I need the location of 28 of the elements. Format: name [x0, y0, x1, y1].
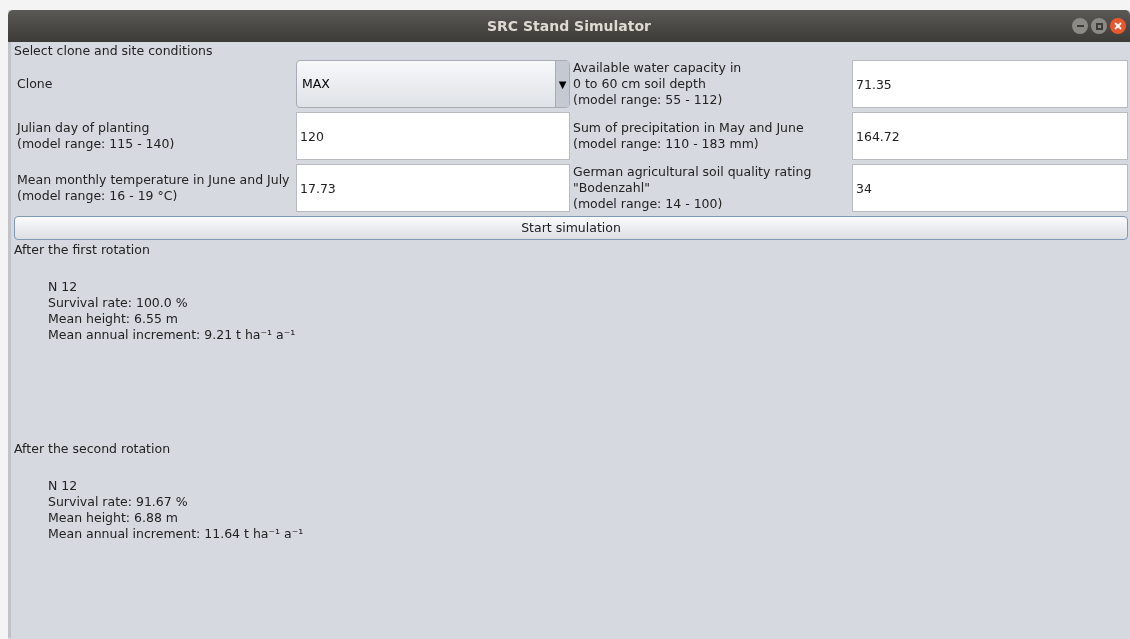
input-field[interactable]: 71.35: [852, 60, 1128, 108]
section-title: Select clone and site conditions: [14, 42, 214, 60]
clone-dropdown[interactable]: MAX ▼: [296, 60, 570, 108]
result-line: N 12: [48, 478, 79, 494]
result-line: Mean annual increment: 9.21 t ha⁻¹ a⁻¹: [48, 327, 297, 343]
start-simulation-button[interactable]: Start simulation: [14, 216, 1128, 240]
result-line: N 12: [48, 279, 79, 295]
results-heading: After the first rotation: [14, 241, 151, 259]
result-line: Survival rate: 91.67 %: [48, 494, 189, 510]
input-field[interactable]: 34: [852, 164, 1128, 212]
field-label: Available water capacity in 0 to 60 cm soil depth (model range: 55 - 112): [572, 60, 743, 108]
field-label: Sum of precipitation in May and June (model range: 110 - 183 mm): [572, 119, 805, 153]
input-field[interactable]: 120: [296, 112, 570, 160]
window-title: SRC Stand Simulator: [487, 16, 651, 36]
field-label: Clone: [16, 75, 54, 93]
result-line: Mean height: 6.55 m: [48, 311, 180, 327]
input-field[interactable]: 164.72: [852, 112, 1128, 160]
close-icon[interactable]: [1110, 18, 1126, 34]
result-line: Mean annual increment: 11.64 t ha⁻¹ a⁻¹: [48, 526, 305, 542]
field-label: German agricultural soil quality rating "Bodenzahl" (model range: 14 - 100): [572, 164, 813, 212]
results-heading: After the second rotation: [14, 440, 172, 458]
minimize-icon[interactable]: [1072, 18, 1088, 34]
result-line: Survival rate: 100.0 %: [48, 295, 189, 311]
input-field[interactable]: 17.73: [296, 164, 570, 212]
field-label: Mean monthly temperature in June and July (model range: 16 - 19 °C): [16, 171, 291, 205]
result-line: Mean height: 6.88 m: [48, 510, 180, 526]
caret-icon: ▼: [555, 61, 569, 107]
field-label: Julian day of planting (model range: 115 - 140): [15, 119, 176, 153]
